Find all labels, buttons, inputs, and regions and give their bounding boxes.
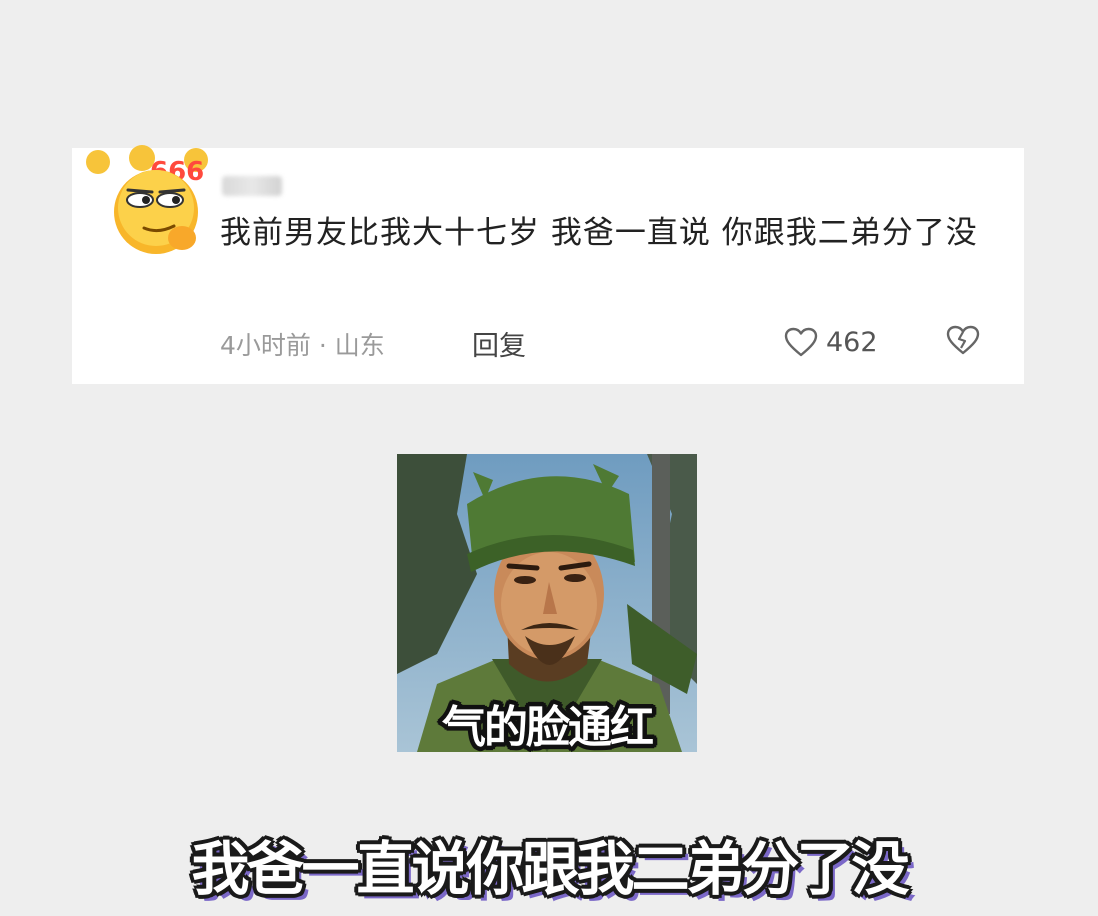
- broken-heart-icon: [946, 325, 980, 355]
- meme-photo: 气的脸通红: [397, 454, 697, 752]
- heart-outline-icon: [784, 327, 818, 357]
- like-button[interactable]: 462: [784, 322, 878, 362]
- like-count: 462: [826, 326, 878, 358]
- reply-button[interactable]: 回复: [472, 324, 526, 363]
- comment-time-location: 4小时前 · 山东: [220, 331, 385, 360]
- dislike-button[interactable]: [946, 324, 980, 360]
- meme-caption: 气的脸通红: [442, 702, 653, 752]
- reaction-meme-image: 气的脸通红: [397, 454, 697, 752]
- comment-card: 666 我前男友比我大十七岁 我爸一直说 你跟我二弟分了没 4小时前 · 山东 …: [72, 145, 1024, 384]
- smirk-emoji-avatar-icon[interactable]: 666: [82, 142, 212, 260]
- comment-meta-row: 4小时前 · 山东 回复 462: [220, 322, 990, 362]
- username-blurred[interactable]: [222, 176, 282, 196]
- video-subtitle: 我爸一直说你跟我二弟分了没: [191, 835, 909, 903]
- comment-text: 我前男友比我大十七岁 我爸一直说 你跟我二弟分了没: [220, 215, 978, 251]
